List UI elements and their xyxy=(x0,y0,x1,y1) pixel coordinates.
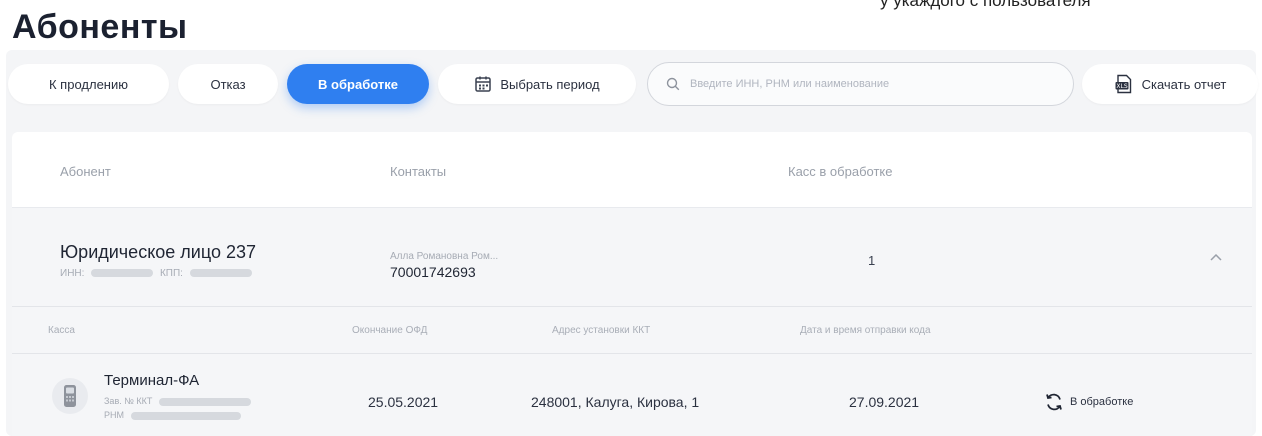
rnm-label: РНМ xyxy=(104,410,124,420)
subscriber-requisites: ИНН: КПП: xyxy=(60,268,256,279)
contact-phone: 70001742693 xyxy=(390,264,476,280)
tab-processing[interactable]: В обработке xyxy=(287,64,429,104)
kkt-name: Терминал-ФА xyxy=(104,372,200,389)
status-badge: В обработке xyxy=(1044,392,1133,412)
download-report-label: Скачать отчет xyxy=(1141,76,1227,92)
search-icon xyxy=(666,77,680,91)
kkt-subheader: Касса Окончание ОФД Адрес установки ККТ … xyxy=(12,306,1252,354)
inn-label: ИНН: xyxy=(60,268,85,279)
subcolumn-sent-date: Дата и время отправки кода xyxy=(800,325,931,336)
page-title: Абоненты xyxy=(12,8,188,46)
top-cut-text: у укаждого с пользователя xyxy=(880,0,1091,10)
calendar-icon xyxy=(474,75,492,93)
select-period-label: Выбрать период xyxy=(500,76,600,92)
refresh-icon xyxy=(1044,392,1064,412)
ofd-end-date: 25.05.2021 xyxy=(368,394,439,410)
column-contacts: Контакты xyxy=(390,164,447,179)
rnm-value-redacted xyxy=(130,411,241,420)
install-address: 248001, Калуга, Кирова, 1 xyxy=(531,394,700,410)
subcolumn-address: Адрес установки ККТ xyxy=(552,325,651,336)
table-header: Абонент Контакты Касс в обработке xyxy=(12,132,1252,208)
select-period-button[interactable]: Выбрать период xyxy=(438,64,636,104)
toolbar: К продлению Отказ В обработке Выбрать пе… xyxy=(6,60,1262,108)
contact-name: Алла Романовна Ром... xyxy=(390,251,499,262)
kpp-value-redacted xyxy=(189,269,252,278)
chevron-up-icon[interactable] xyxy=(1209,252,1223,262)
subcolumn-ofd-end: Окончание ОФД xyxy=(352,325,428,336)
tab-refusal-label: Отказ xyxy=(210,76,246,92)
xls-file-icon: XLS xyxy=(1114,74,1134,94)
subcolumn-kkt: Касса xyxy=(48,325,75,336)
tab-renewal-label: К продлению xyxy=(49,76,128,92)
subscriber-name: Юридическое лицо 237 xyxy=(60,242,257,262)
kpp-label: КПП: xyxy=(159,268,183,279)
search-placeholder: Введите ИНН, РНМ или наименование xyxy=(690,78,890,90)
subscribers-table: Абонент Контакты Касс в обработке Юридич… xyxy=(12,132,1252,436)
search-input[interactable]: Введите ИНН, РНМ или наименование xyxy=(647,62,1074,106)
tab-processing-label: В обработке xyxy=(318,76,398,92)
column-kkt-in-processing: Касс в обработке xyxy=(788,164,893,179)
column-subscriber: Абонент xyxy=(60,164,111,179)
terminal-device-icon xyxy=(52,378,88,414)
subscriber-group[interactable]: Юридическое лицо 237 ИНН: КПП: Алла Рома… xyxy=(12,208,1252,436)
download-report-button[interactable]: XLS Скачать отчет xyxy=(1082,64,1258,104)
inn-value-redacted xyxy=(91,269,154,278)
kkt-count: 1 xyxy=(868,253,876,268)
svg-text:XLS: XLS xyxy=(1116,83,1127,90)
kkt-row[interactable]: Терминал-ФА Зав. № ККТ РНМ 25.05.2021 24… xyxy=(12,354,1252,436)
serial-label: Зав. № ККТ xyxy=(104,396,153,406)
tab-refusal[interactable]: Отказ xyxy=(178,64,278,104)
kkt-identifiers: Зав. № ККТ РНМ xyxy=(104,394,255,422)
serial-value-redacted xyxy=(158,397,251,406)
code-sent-date: 27.09.2021 xyxy=(849,394,920,410)
status-label: В обработке xyxy=(1070,396,1134,408)
tab-renewal[interactable]: К продлению xyxy=(8,64,169,104)
